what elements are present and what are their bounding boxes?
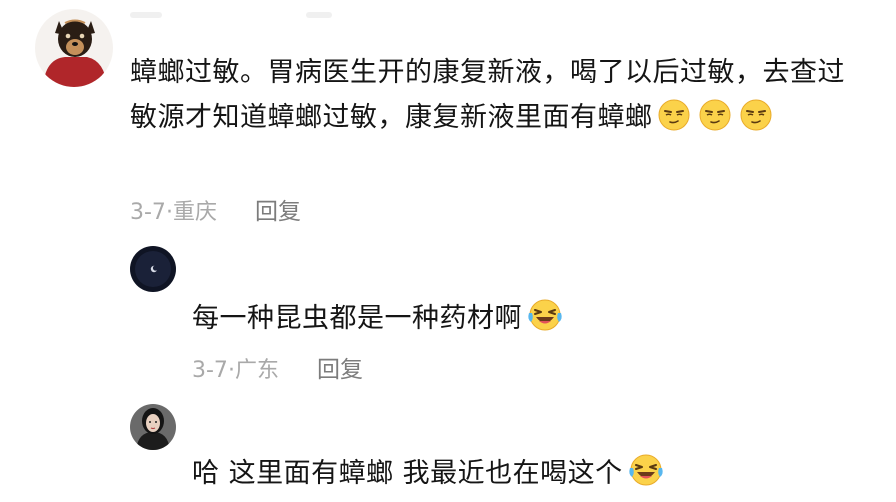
woman-avatar-icon: [130, 404, 176, 450]
meta-separator: ·: [227, 358, 235, 383]
dark-moon-avatar-icon: [130, 246, 176, 292]
reply-button[interactable]: 回复: [317, 357, 363, 383]
comment-location: 重庆: [172, 200, 217, 225]
laugh-cry-emoji-icon: [627, 452, 665, 488]
laugh-cry-emoji-icon: [526, 297, 564, 333]
comment-avatar[interactable]: [130, 246, 176, 292]
username-placeholder: [306, 12, 332, 18]
comment-location: 广东: [234, 358, 279, 383]
comment-date: 3-7: [130, 200, 166, 225]
comment-avatar[interactable]: [35, 9, 113, 87]
comment-meta: 3-7·广东 回复: [192, 350, 363, 384]
reply-button[interactable]: 回复: [255, 199, 301, 225]
comment-avatar[interactable]: [130, 404, 176, 450]
comment-body: 蟑螂过敏。胃病医生开的康复新液，喝了以后过敏，去查过敏源才知道蟑螂过敏，康复新液…: [130, 50, 860, 140]
comment-text: 每一种昆虫都是一种药材啊: [192, 303, 522, 334]
comment-body: 哈 这里面有蟑螂 我最近也在喝这个: [192, 451, 852, 496]
meta-separator: ·: [165, 200, 173, 225]
comment-body: 每一种昆虫都是一种药材啊: [192, 296, 852, 341]
dog-avatar-icon: [35, 9, 113, 87]
comment-meta: 3-7·重庆 回复: [130, 192, 301, 226]
comment-text: 哈 这里面有蟑螂 我最近也在喝这个: [192, 458, 623, 489]
smirk-emoji-icon: [657, 98, 773, 132]
comment-date: 3-7: [192, 358, 228, 383]
username-placeholder: [130, 12, 162, 18]
